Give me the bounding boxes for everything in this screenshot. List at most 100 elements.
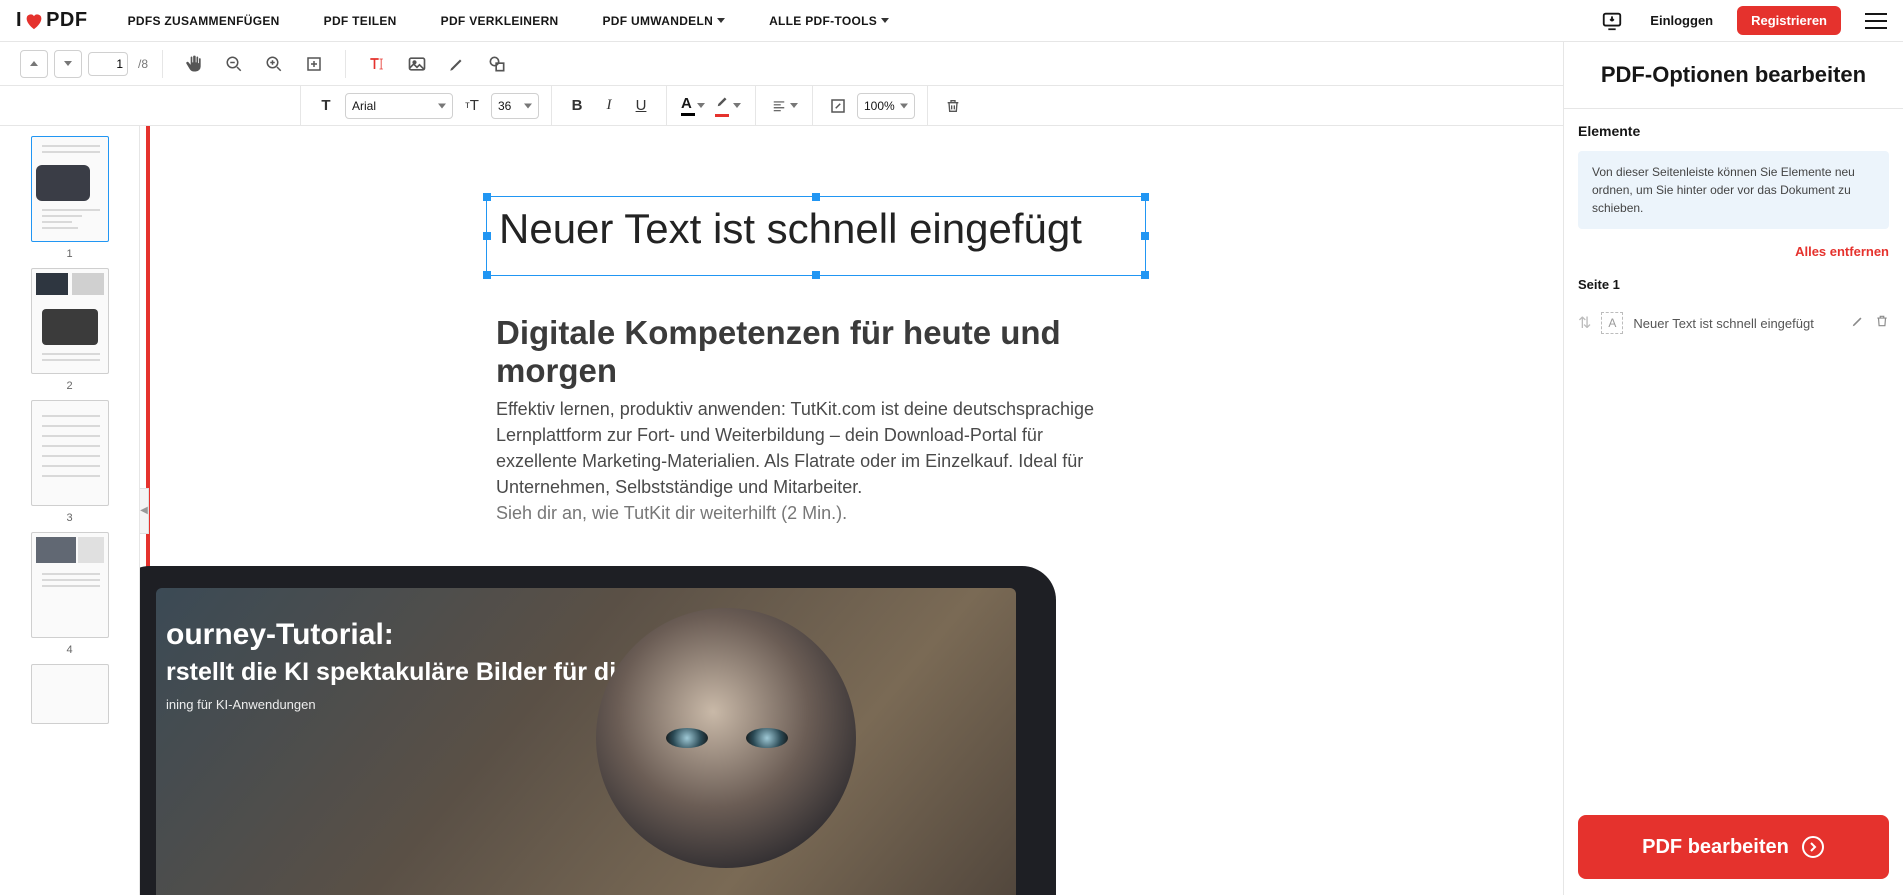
text-color-button[interactable]: A bbox=[679, 93, 707, 118]
resize-handle[interactable] bbox=[483, 271, 491, 279]
remove-all-link[interactable]: Alles entfernen bbox=[1795, 244, 1889, 259]
image-tag: ining für KI-Anwendungen bbox=[166, 697, 1006, 712]
chevron-down-icon bbox=[697, 103, 705, 108]
document-image-tablet: ourney-Tutorial: rstellt die KI spektaku… bbox=[140, 566, 1056, 895]
font-size-icon: тT bbox=[459, 93, 485, 119]
page-number-input[interactable] bbox=[88, 52, 128, 76]
page-up-button[interactable] bbox=[20, 50, 48, 78]
chevron-down-icon bbox=[524, 103, 532, 108]
login-button[interactable]: Einloggen bbox=[1650, 13, 1713, 28]
draw-tool[interactable] bbox=[440, 47, 474, 81]
download-desktop-icon[interactable] bbox=[1598, 7, 1626, 35]
underline-button[interactable]: U bbox=[628, 93, 654, 119]
selected-text-box[interactable]: Neuer Text ist schnell eingefügt bbox=[486, 196, 1146, 276]
remove-all-row: Alles entfernen bbox=[1564, 239, 1903, 271]
fit-page-icon[interactable] bbox=[297, 47, 331, 81]
zoom-out-icon[interactable] bbox=[217, 47, 251, 81]
edit-element-icon[interactable] bbox=[1851, 314, 1865, 333]
scale-icon bbox=[825, 93, 851, 119]
menu-icon[interactable] bbox=[1865, 13, 1887, 29]
image-subtitle: rstellt die KI spektakuläre Bilder für d… bbox=[166, 658, 1006, 687]
element-label: Neuer Text ist schnell eingefügt bbox=[1633, 316, 1841, 331]
nav-alltools[interactable]: ALLE PDF-TOOLS bbox=[769, 14, 889, 28]
scale-select[interactable]: 100% bbox=[857, 93, 915, 119]
nav-links: PDFS ZUSAMMENFÜGEN PDF TEILEN PDF VERKLE… bbox=[128, 14, 1599, 28]
chevron-down-icon bbox=[790, 103, 798, 108]
thumbnail-number: 3 bbox=[66, 512, 72, 524]
font-family-select[interactable]: Arial bbox=[345, 93, 453, 119]
info-box: Von dieser Seitenleiste können Sie Eleme… bbox=[1578, 151, 1889, 229]
style-group: B I U bbox=[552, 86, 667, 125]
edit-pdf-button[interactable]: PDF bearbeiten bbox=[1578, 815, 1889, 879]
register-button[interactable]: Registrieren bbox=[1737, 6, 1841, 35]
nav-compress[interactable]: PDF VERKLEINERN bbox=[441, 14, 559, 28]
separator bbox=[345, 50, 346, 78]
thumbnail-page-4[interactable]: 4 bbox=[31, 532, 109, 656]
document-link[interactable]: Sieh dir an, wie TutKit dir weiterhilft … bbox=[496, 503, 847, 523]
nav-compress-label: PDF VERKLEINERN bbox=[441, 14, 559, 28]
logo[interactable]: I PDF bbox=[16, 9, 88, 32]
resize-handle[interactable] bbox=[483, 232, 491, 240]
topnav-right: Einloggen Registrieren bbox=[1598, 6, 1887, 35]
document-body: Effektiv lernen, produktiv anwenden: Tut… bbox=[496, 396, 1116, 526]
italic-button[interactable]: I bbox=[596, 93, 622, 119]
edit-tools-group bbox=[350, 42, 524, 85]
chevron-down-icon bbox=[438, 103, 446, 108]
shapes-tool[interactable] bbox=[480, 47, 514, 81]
scale-value: 100% bbox=[864, 99, 895, 113]
font-size-value: 36 bbox=[498, 99, 511, 113]
thumbnail-page-3[interactable]: 3 bbox=[31, 400, 109, 524]
chevron-down-icon bbox=[900, 103, 908, 108]
zoom-in-icon[interactable] bbox=[257, 47, 291, 81]
add-text-tool[interactable] bbox=[360, 47, 394, 81]
text-element-icon: A bbox=[1601, 312, 1623, 334]
add-image-tool[interactable] bbox=[400, 47, 434, 81]
delete-element-icon[interactable] bbox=[1875, 313, 1889, 334]
logo-text-right: PDF bbox=[46, 9, 88, 32]
chevron-down-icon bbox=[64, 61, 72, 66]
element-row[interactable]: ⇅ A Neuer Text ist schnell eingefügt bbox=[1564, 302, 1903, 344]
thumbnail-page-5[interactable] bbox=[31, 664, 109, 724]
bold-button[interactable]: B bbox=[564, 93, 590, 119]
font-size-select[interactable]: 36 bbox=[491, 93, 539, 119]
image-title: ourney-Tutorial: bbox=[166, 618, 1006, 652]
zoom-group bbox=[167, 42, 341, 85]
options-sidepanel: PDF-Optionen bearbeiten Elemente Von die… bbox=[1563, 42, 1903, 895]
resize-handle[interactable] bbox=[812, 271, 820, 279]
document-body-text: Effektiv lernen, produktiv anwenden: Tut… bbox=[496, 399, 1094, 497]
resize-handle[interactable] bbox=[483, 193, 491, 201]
drag-handle-icon[interactable]: ⇅ bbox=[1578, 313, 1591, 333]
separator bbox=[162, 50, 163, 78]
delete-element-button[interactable] bbox=[940, 93, 966, 119]
thumbnail-panel: 1 2 3 4 bbox=[0, 126, 140, 895]
resize-handle[interactable] bbox=[1141, 193, 1149, 201]
nav-split-label: PDF TEILEN bbox=[324, 14, 397, 28]
pdf-page: Neuer Text ist schnell eingefügt Digital… bbox=[156, 126, 1206, 895]
text-tool-indicator-icon: T bbox=[313, 93, 339, 119]
chevron-down-icon bbox=[733, 103, 741, 108]
document-heading: Digitale Kompetenzen für heute und morge… bbox=[496, 314, 1136, 390]
inserted-text[interactable]: Neuer Text ist schnell eingefügt bbox=[487, 197, 1145, 261]
nav-alltools-label: ALLE PDF-TOOLS bbox=[769, 14, 877, 28]
highlight-color-button[interactable] bbox=[713, 92, 743, 119]
nav-convert-label: PDF UMWANDELN bbox=[603, 14, 714, 28]
font-family-value: Arial bbox=[352, 99, 376, 113]
nav-merge[interactable]: PDFS ZUSAMMENFÜGEN bbox=[128, 14, 280, 28]
font-group: T Arial тT 36 bbox=[300, 86, 552, 125]
resize-handle[interactable] bbox=[1141, 271, 1149, 279]
heart-icon bbox=[24, 12, 44, 30]
thumbnail-page-2[interactable]: 2 bbox=[31, 268, 109, 392]
pan-hand-icon[interactable] bbox=[177, 47, 211, 81]
resize-handle[interactable] bbox=[1141, 232, 1149, 240]
page-down-button[interactable] bbox=[54, 50, 82, 78]
align-group bbox=[756, 86, 813, 125]
collapse-thumbnails-button[interactable]: ◀ bbox=[140, 488, 149, 534]
page-section-label: Seite 1 bbox=[1564, 271, 1903, 302]
chevron-up-icon bbox=[30, 61, 38, 66]
thumbnail-page-1[interactable]: 1 bbox=[31, 136, 109, 260]
nav-split[interactable]: PDF TEILEN bbox=[324, 14, 397, 28]
nav-convert[interactable]: PDF UMWANDELN bbox=[603, 14, 726, 28]
align-button[interactable] bbox=[768, 97, 800, 115]
resize-handle[interactable] bbox=[812, 193, 820, 201]
thumbnail-number: 1 bbox=[66, 248, 72, 260]
